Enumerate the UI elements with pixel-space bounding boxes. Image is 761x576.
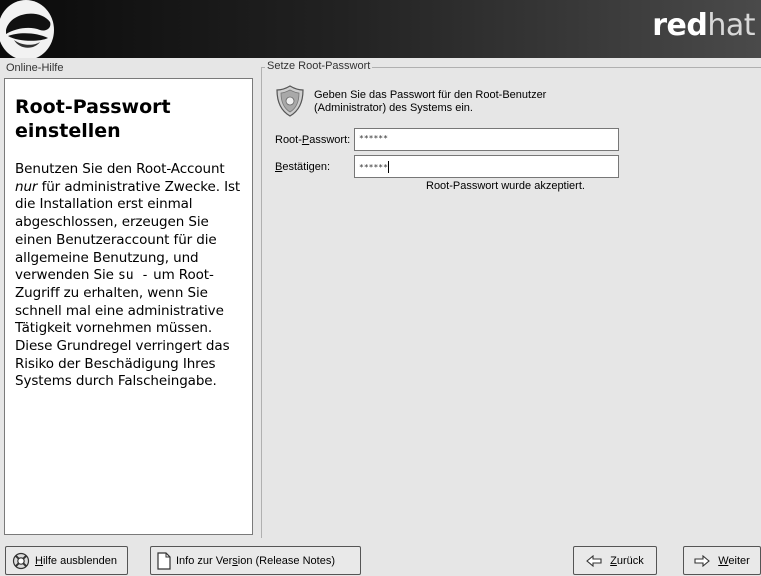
su-command: su - [118, 268, 149, 284]
help-panel[interactable]: Root-Passwort einstellen Benutzen Sie de… [4, 78, 253, 535]
next-label: Weiter [718, 554, 750, 567]
redhat-wordmark: redhat [652, 8, 755, 43]
document-icon [157, 551, 171, 570]
next-button[interactable]: Weiter [683, 546, 761, 575]
confirm-password-label: Bestätigen: [275, 161, 331, 173]
arrow-left-icon [586, 554, 602, 567]
help-body: Benutzen Sie den Root-Account nur für ad… [15, 161, 241, 390]
root-password-input[interactable]: ****** [354, 128, 619, 151]
shield-badge-icon [276, 85, 304, 117]
help-lifebuoy-icon [12, 552, 30, 569]
release-notes-button[interactable]: Info zur Version (Release Notes) [150, 546, 361, 575]
root-password-label: Root-Passwort: [275, 134, 351, 146]
help-caption: Online-Hilfe [6, 62, 64, 74]
text-caret [387, 161, 389, 173]
back-label: Zurück [610, 554, 644, 567]
help-title: Root-Passwort einstellen [15, 96, 171, 142]
header-banner: redhat [0, 0, 761, 58]
hide-help-label: Hilfe ausblenden [35, 554, 117, 567]
arrow-right-icon [694, 554, 711, 567]
back-button[interactable]: Zurück [573, 546, 657, 575]
section-caption: Setze Root-Passwort [265, 60, 373, 72]
intro-text: Geben Sie das Passwort für den Root-Benu… [314, 89, 547, 114]
hide-help-button[interactable]: Hilfe ausblenden [5, 546, 128, 575]
release-notes-label: Info zur Version (Release Notes) [176, 554, 335, 567]
shadowman-hat-logo-icon [0, 0, 54, 58]
password-status: Root-Passwort wurde akzeptiert. [426, 180, 585, 192]
confirm-password-input[interactable]: ****** [354, 155, 619, 178]
